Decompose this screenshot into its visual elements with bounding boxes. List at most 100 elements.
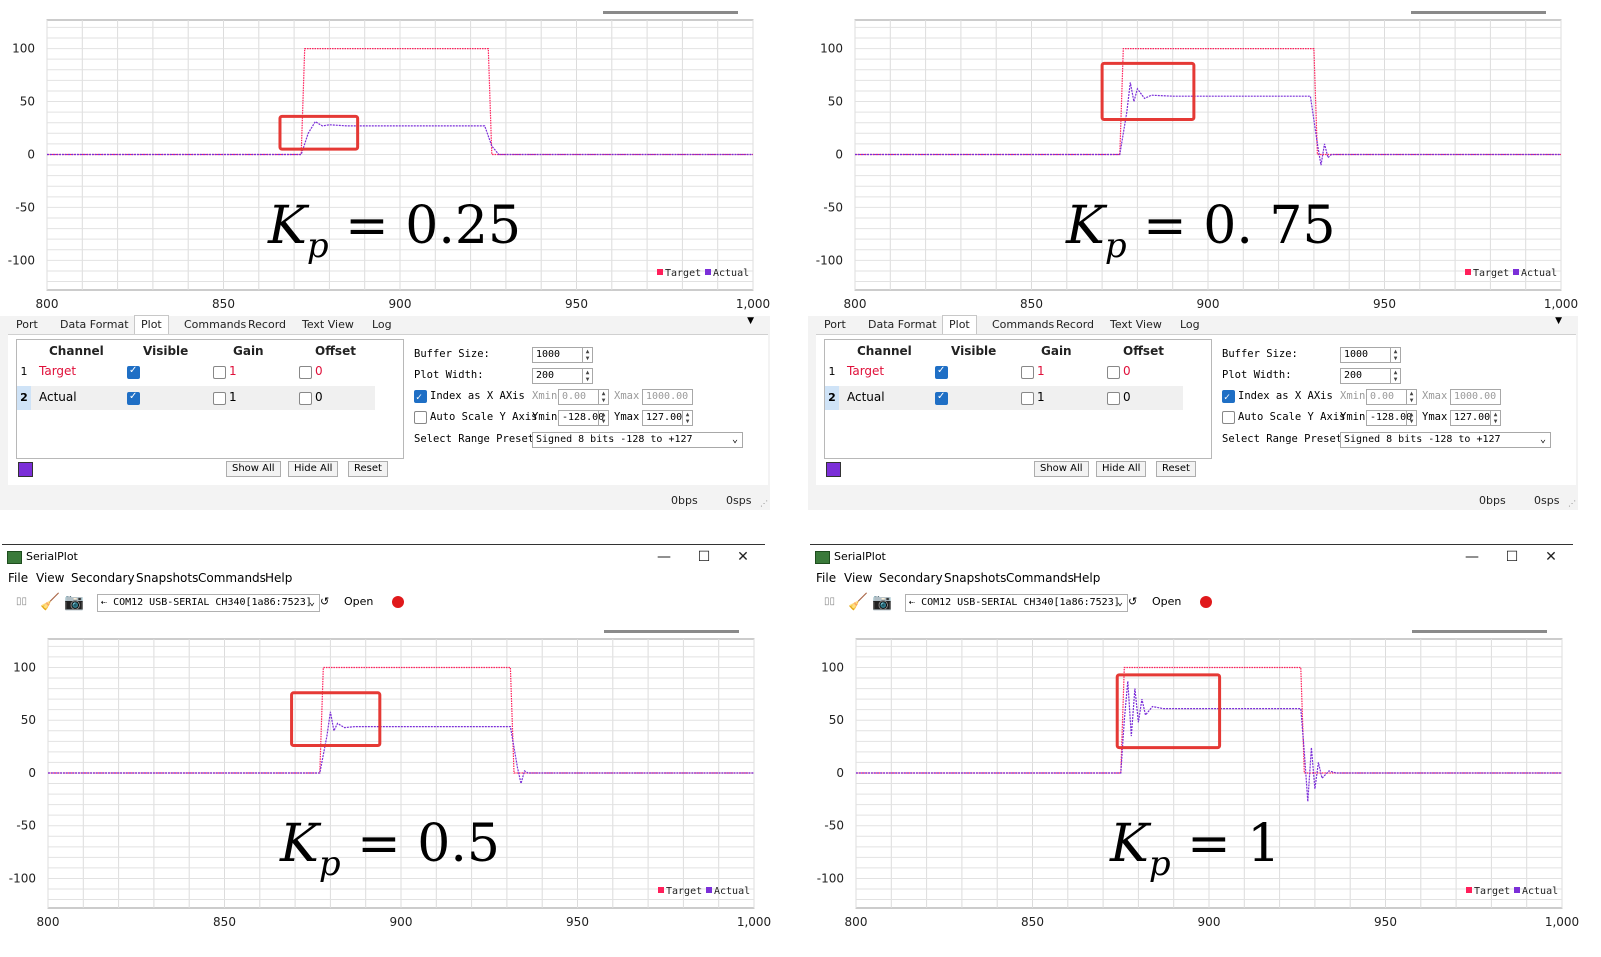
tab-port[interactable]: Port [16, 316, 38, 334]
offset-value[interactable]: 0 [1123, 390, 1131, 404]
menu-view[interactable]: View [36, 571, 64, 585]
tab-text-view[interactable]: Text View [1110, 316, 1162, 334]
resize-grip-icon[interactable]: ⋰ [1568, 499, 1576, 508]
menu-secondary[interactable]: Secondary [879, 571, 943, 585]
clear-broom-icon[interactable]: 🧹 [848, 592, 868, 612]
port-select[interactable]: ⇠ COM12 USB-SERIAL CH340[1a86:7523] ⌄ [905, 594, 1128, 612]
reset-button[interactable]: Reset [1156, 461, 1196, 477]
ymin-input[interactable]: -128.00 ▲ ▼ [558, 410, 609, 426]
refresh-icon[interactable]: ↺ [1128, 592, 1137, 612]
tab-plot[interactable]: Plot [134, 315, 169, 334]
offset-value[interactable]: 0 [315, 390, 323, 404]
gain-value[interactable]: 1 [1037, 364, 1045, 378]
xmax-input[interactable]: 1000.00 [1450, 389, 1501, 405]
menu-snapshots[interactable]: Snapshots [136, 571, 198, 585]
channel-name[interactable]: Target [39, 364, 76, 378]
open-button[interactable]: Open [1152, 592, 1181, 612]
stepper-arrows-icon[interactable]: ▲ ▼ [1390, 348, 1400, 362]
offset-checkbox[interactable] [1107, 392, 1120, 405]
channel-color-swatch[interactable] [18, 462, 33, 477]
buffer-size-input[interactable]: 1000 ▲ ▼ [532, 347, 593, 363]
tab-log[interactable]: Log [372, 316, 392, 334]
index-as-x-checkbox[interactable] [414, 389, 427, 407]
offset-value[interactable]: 0 [1123, 364, 1131, 378]
chevron-down-icon[interactable]: ▼ [1555, 316, 1562, 326]
menu-help[interactable]: Help [1073, 571, 1100, 585]
table-row[interactable]: 1 Target 1 0 [17, 360, 375, 384]
hide-all-button[interactable]: Hide All [288, 461, 339, 477]
pause-icon[interactable]: ▯▯ [824, 592, 835, 612]
range-preset-select[interactable]: Signed 8 bits -128 to +127 ⌄ [1340, 432, 1551, 448]
tab-port[interactable]: Port [824, 316, 846, 334]
port-select[interactable]: ⇠ COM12 USB-SERIAL CH340[1a86:7523] ⌄ [97, 594, 320, 612]
visible-checkbox[interactable] [935, 365, 948, 379]
visible-checkbox[interactable] [127, 365, 140, 379]
menu-file[interactable]: File [8, 571, 28, 585]
open-button[interactable]: Open [344, 592, 373, 612]
offset-checkbox[interactable] [299, 366, 312, 379]
stepper-arrows-icon[interactable]: ▲ ▼ [582, 369, 592, 383]
table-row[interactable]: 2 Actual 1 0 [17, 386, 375, 410]
camera-icon[interactable]: 📷 [64, 592, 84, 612]
menu-snapshots[interactable]: Snapshots [944, 571, 1006, 585]
gain-checkbox[interactable] [1021, 366, 1034, 379]
tab-plot[interactable]: Plot [942, 315, 977, 334]
gain-checkbox[interactable] [1021, 392, 1034, 405]
tab-text-view[interactable]: Text View [302, 316, 354, 334]
index-as-x-checkbox[interactable] [1222, 389, 1235, 407]
tab-log[interactable]: Log [1180, 316, 1200, 334]
resize-grip-icon[interactable]: ⋰ [760, 499, 768, 508]
menu-help[interactable]: Help [265, 571, 292, 585]
tab-commands[interactable]: Commands [184, 316, 246, 334]
tab-record[interactable]: Record [248, 316, 286, 334]
gain-value[interactable]: 1 [1037, 390, 1045, 404]
record-icon[interactable] [392, 596, 404, 608]
table-row[interactable]: 2 Actual 1 0 [825, 386, 1183, 410]
menu-secondary[interactable]: Secondary [71, 571, 135, 585]
menu-view[interactable]: View [844, 571, 872, 585]
tab-commands[interactable]: Commands [992, 316, 1054, 334]
visible-checkbox[interactable] [127, 391, 140, 405]
xmin-input[interactable]: 0.00 ▲ ▼ [558, 389, 609, 405]
minimize-button[interactable]: — [1462, 547, 1482, 567]
tab-record[interactable]: Record [1056, 316, 1094, 334]
minimize-button[interactable]: — [654, 547, 674, 567]
xmax-input[interactable]: 1000.00 [642, 389, 693, 405]
hide-all-button[interactable]: Hide All [1096, 461, 1147, 477]
title-bar[interactable]: SerialPlot — ☐ ✕ [810, 544, 1573, 569]
stepper-arrows-icon[interactable]: ▲ ▼ [1390, 369, 1400, 383]
stepper-arrows-icon[interactable]: ▲ ▼ [1406, 411, 1416, 425]
tab-data-format[interactable]: Data Format [60, 316, 129, 334]
table-row[interactable]: 1 Target 1 0 [825, 360, 1183, 384]
offset-value[interactable]: 0 [315, 364, 323, 378]
menu-file[interactable]: File [816, 571, 836, 585]
stepper-arrows-icon[interactable]: ▲ ▼ [682, 411, 692, 425]
title-bar[interactable]: SerialPlot — ☐ ✕ [2, 544, 765, 569]
channel-name[interactable]: Target [847, 364, 884, 378]
pause-icon[interactable]: ▯▯ [16, 592, 27, 612]
offset-checkbox[interactable] [1107, 366, 1120, 379]
close-button[interactable]: ✕ [733, 547, 753, 567]
xmin-input[interactable]: 0.00 ▲ ▼ [1366, 389, 1417, 405]
camera-icon[interactable]: 📷 [872, 592, 892, 612]
gain-value[interactable]: 1 [229, 364, 237, 378]
buffer-size-input[interactable]: 1000 ▲ ▼ [1340, 347, 1401, 363]
stepper-arrows-icon[interactable]: ▲ ▼ [1406, 390, 1416, 404]
range-preset-select[interactable]: Signed 8 bits -128 to +127 ⌄ [532, 432, 743, 448]
menu-commands[interactable]: Commands [198, 571, 266, 585]
refresh-icon[interactable]: ↺ [320, 592, 329, 612]
tab-data-format[interactable]: Data Format [868, 316, 937, 334]
chevron-down-icon[interactable]: ▼ [747, 316, 754, 326]
maximize-button[interactable]: ☐ [1502, 547, 1522, 567]
record-icon[interactable] [1200, 596, 1212, 608]
show-all-button[interactable]: Show All [1034, 461, 1089, 477]
gain-checkbox[interactable] [213, 366, 226, 379]
gain-checkbox[interactable] [213, 392, 226, 405]
stepper-arrows-icon[interactable]: ▲ ▼ [598, 390, 608, 404]
channel-name[interactable]: Actual [39, 390, 77, 404]
ymax-input[interactable]: 127.00 ▲ ▼ [1450, 410, 1501, 426]
offset-checkbox[interactable] [299, 392, 312, 405]
menu-commands[interactable]: Commands [1006, 571, 1074, 585]
maximize-button[interactable]: ☐ [694, 547, 714, 567]
clear-broom-icon[interactable]: 🧹 [40, 592, 60, 612]
